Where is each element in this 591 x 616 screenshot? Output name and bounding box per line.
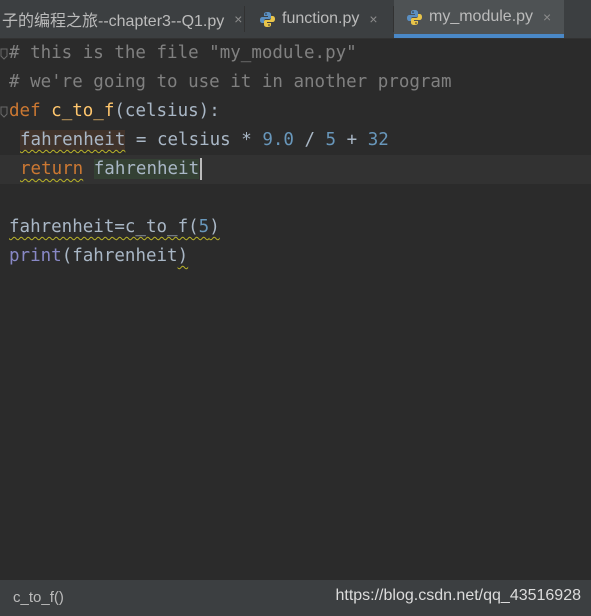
code-line-5-current: return fahrenheit xyxy=(0,155,591,184)
tab-label: 子的编程之旅--chapter3--Q1.py xyxy=(2,13,225,30)
function-name: c_to_f xyxy=(51,101,115,121)
code-line-6-empty xyxy=(0,184,591,213)
python-file-icon xyxy=(259,11,276,28)
editor-tab-bar: 子的编程之旅--chapter3--Q1.py × function.py × … xyxy=(0,0,591,39)
python-file-icon xyxy=(406,9,423,26)
number-literal: 32 xyxy=(367,130,389,150)
close-icon[interactable]: × xyxy=(234,11,242,27)
code-line-7: fahrenheit=c_to_f(5) xyxy=(0,213,591,242)
number-literal: 5 xyxy=(325,130,337,150)
code-line-2: # we're going to use it in another progr… xyxy=(0,68,591,97)
comment: # we're going to use it in another progr… xyxy=(9,72,452,92)
keyword-def: def xyxy=(9,101,41,121)
breadcrumb[interactable]: c_to_f() xyxy=(13,589,64,606)
keyword-return: return xyxy=(20,159,84,179)
text-caret xyxy=(200,158,203,180)
variable-fahrenheit: fahrenheit xyxy=(93,159,200,179)
tab-label: function.py xyxy=(282,10,360,27)
status-bar: c_to_f() https://blog.csdn.net/qq_435169… xyxy=(0,580,591,616)
tab-label: my_module.py xyxy=(429,8,534,25)
variable-fahrenheit: fahrenheit xyxy=(9,217,115,237)
watermark: https://blog.csdn.net/qq_43516928 xyxy=(335,587,581,604)
variable-fahrenheit: fahrenheit xyxy=(20,130,126,150)
close-paren: ) xyxy=(209,217,220,237)
code-line-8: print(fahrenheit) xyxy=(0,242,591,271)
tab-chapter3-q1[interactable]: 子的编程之旅--chapter3--Q1.py × xyxy=(0,0,245,38)
number-literal: 5 xyxy=(198,217,210,237)
code-line-4: fahrenheit = celsius * 9.0 / 5 + 32 xyxy=(0,126,591,155)
close-icon[interactable]: × xyxy=(369,11,377,27)
builtin-print: print xyxy=(9,246,62,266)
print-args: (fahrenheit xyxy=(61,246,178,266)
code-line-3: def c_to_f(celsius): xyxy=(0,97,591,126)
close-paren: ) xyxy=(177,246,189,266)
assign-expression: = celsius * xyxy=(125,130,263,150)
operator: / xyxy=(293,130,326,150)
number-literal: 9.0 xyxy=(262,130,294,150)
operator: + xyxy=(336,130,368,150)
close-icon[interactable]: × xyxy=(543,9,551,25)
code-line-1: # this is the file "my_module.py" xyxy=(0,39,591,68)
tab-my-module-py[interactable]: my_module.py × xyxy=(394,0,564,38)
tab-function-py[interactable]: function.py × xyxy=(245,0,394,38)
comment: # this is the file "my_module.py" xyxy=(9,43,357,63)
parameters: (celsius): xyxy=(114,101,220,121)
code-editor[interactable]: # this is the file "my_module.py" # we'r… xyxy=(0,39,591,580)
call-expression: =c_to_f( xyxy=(114,217,199,237)
